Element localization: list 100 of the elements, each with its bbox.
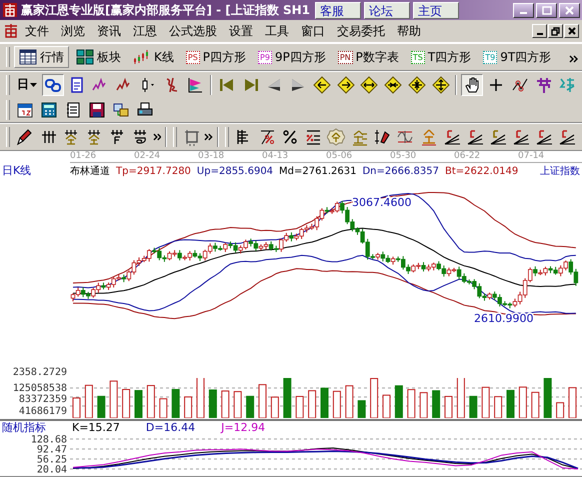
menu-item[interactable]: 文件 xyxy=(19,20,55,42)
menu-item[interactable]: 公式选股 xyxy=(163,20,223,42)
toolbar-button[interactable]: K线 xyxy=(128,46,179,68)
toolbar-button[interactable]: P9 9P四方形 xyxy=(253,46,331,68)
axis-label: 56.25 xyxy=(36,454,67,466)
period-label: 日K线 xyxy=(1,163,32,178)
axis-label: 83372359 xyxy=(18,395,67,406)
axis-label: 128.68 xyxy=(30,435,67,446)
diamond-arrow-icon xyxy=(432,76,450,94)
fan-lines-icon xyxy=(558,128,576,146)
sine-icon xyxy=(396,128,414,146)
hand-icon xyxy=(463,76,482,94)
axis-label: 41686179 xyxy=(18,407,67,418)
link-button[interactable]: 主页 xyxy=(413,2,460,18)
window-title: 赢家江恩专业版[赢家内部服务平台] - [上证指数 SH1 xyxy=(21,2,310,18)
menu-item[interactable]: 帮助 xyxy=(391,20,427,42)
link-button[interactable]: 论坛 xyxy=(364,2,410,18)
arrow-glyph-icon xyxy=(558,76,576,94)
toolbar-button[interactable]: 板块 xyxy=(71,46,126,68)
fan-lines-icon xyxy=(535,128,554,146)
menu-item[interactable]: 设置 xyxy=(223,20,259,42)
percent-lines-icon xyxy=(304,128,322,146)
date-label: 05-06 xyxy=(326,151,354,162)
date-label: 06-22 xyxy=(454,151,482,162)
diamond-arrow-icon xyxy=(384,76,402,94)
toolbar-button[interactable] xyxy=(406,74,428,96)
menu-item[interactable]: 交易委托 xyxy=(331,20,391,42)
diamond-arrow-icon xyxy=(360,76,378,94)
legend-label: D=16.44 xyxy=(146,421,196,434)
badge-icon: T9 xyxy=(483,50,498,64)
axis-label: 20.04 xyxy=(36,464,67,476)
more-icon[interactable] xyxy=(204,133,214,141)
close-button[interactable] xyxy=(564,24,579,38)
network-icon xyxy=(112,100,130,118)
menu-item[interactable]: 浏览 xyxy=(55,20,91,42)
frame-icon xyxy=(182,128,201,146)
toolbar-button[interactable]: 行情 xyxy=(14,46,69,68)
logo-icon xyxy=(2,2,18,18)
notepad-icon xyxy=(64,100,82,118)
toolbar-button[interactable] xyxy=(382,74,404,96)
fan-lines-icon xyxy=(489,128,508,146)
blocks-icon xyxy=(76,49,94,65)
coin-icon xyxy=(327,128,346,146)
close-button[interactable] xyxy=(559,2,580,18)
minimize-button[interactable] xyxy=(513,2,534,18)
toolbar-button[interactable]: T9 9T四方形 xyxy=(478,46,556,68)
toolbar-button[interactable] xyxy=(311,74,333,96)
date-label: 01-26 xyxy=(70,151,98,162)
logo-icon xyxy=(3,23,19,39)
badge-icon: PS xyxy=(186,50,200,64)
date-label: 07-14 xyxy=(518,151,546,162)
menu-item[interactable]: 江恩 xyxy=(127,20,163,42)
indicator-value: Dn=2666.8357 xyxy=(362,166,439,177)
more-icon[interactable] xyxy=(569,54,578,62)
toolbar-button[interactable]: PN P数字表 xyxy=(332,46,404,68)
indicator-value: Tp=2917.7280 xyxy=(116,166,191,177)
close-icon xyxy=(565,6,574,14)
toolbar-button[interactable] xyxy=(334,74,357,96)
diamond-arrow-icon xyxy=(336,76,355,94)
toolbar-button[interactable]: TS T四方形 xyxy=(406,46,476,68)
link-button[interactable]: 客服 xyxy=(315,2,362,18)
legend-label: K=15.27 xyxy=(72,421,120,434)
indicator-value: Md=2761.2631 xyxy=(279,166,356,177)
restore-button[interactable] xyxy=(548,24,563,38)
maximize-icon xyxy=(542,6,552,14)
axis-label: 125058538 xyxy=(12,384,67,394)
toolbar-button[interactable]: PS P四方形 xyxy=(180,46,252,68)
pin-icon xyxy=(373,128,392,146)
printer-icon xyxy=(136,100,154,118)
period-dropdown[interactable]: 日 xyxy=(14,76,40,93)
date-label: 05-30 xyxy=(390,151,418,162)
fork-icon xyxy=(420,128,438,146)
more-icon[interactable] xyxy=(152,133,162,141)
percent-icon xyxy=(280,128,299,146)
axis-label: 2358.2729 xyxy=(12,368,67,378)
candlestick-icon xyxy=(133,49,151,65)
indicator-value: Bt=2622.0149 xyxy=(444,166,518,177)
pen-icon xyxy=(15,128,34,146)
badge-icon: P9 xyxy=(258,50,272,64)
symbol-name: 上证指数 xyxy=(540,164,580,178)
restore-icon xyxy=(551,26,560,36)
fan-lines-icon xyxy=(512,128,530,146)
toolbar-button[interactable] xyxy=(42,74,64,96)
calendar-icon xyxy=(16,100,34,118)
menu-item[interactable]: 工具 xyxy=(259,20,295,42)
low-price-label: 2610.9900 xyxy=(474,312,534,325)
dropdown-arrow-icon xyxy=(30,82,37,86)
diamond-arrow-icon xyxy=(312,76,331,94)
menu-item[interactable]: 窗口 xyxy=(295,20,331,42)
toolbar-button[interactable] xyxy=(461,74,484,96)
date-label: 03-18 xyxy=(198,151,226,162)
toolbar-button[interactable] xyxy=(358,74,380,96)
fan-lines-icon xyxy=(442,128,461,146)
indicator-value: Up=2855.6904 xyxy=(196,166,274,177)
menu-item[interactable]: 资讯 xyxy=(91,20,127,42)
maximize-button[interactable] xyxy=(536,2,557,18)
toolbar-button[interactable] xyxy=(430,74,452,96)
grid-glyph-icon xyxy=(534,76,553,94)
minimize-button[interactable] xyxy=(532,24,547,38)
table-icon xyxy=(19,49,37,65)
